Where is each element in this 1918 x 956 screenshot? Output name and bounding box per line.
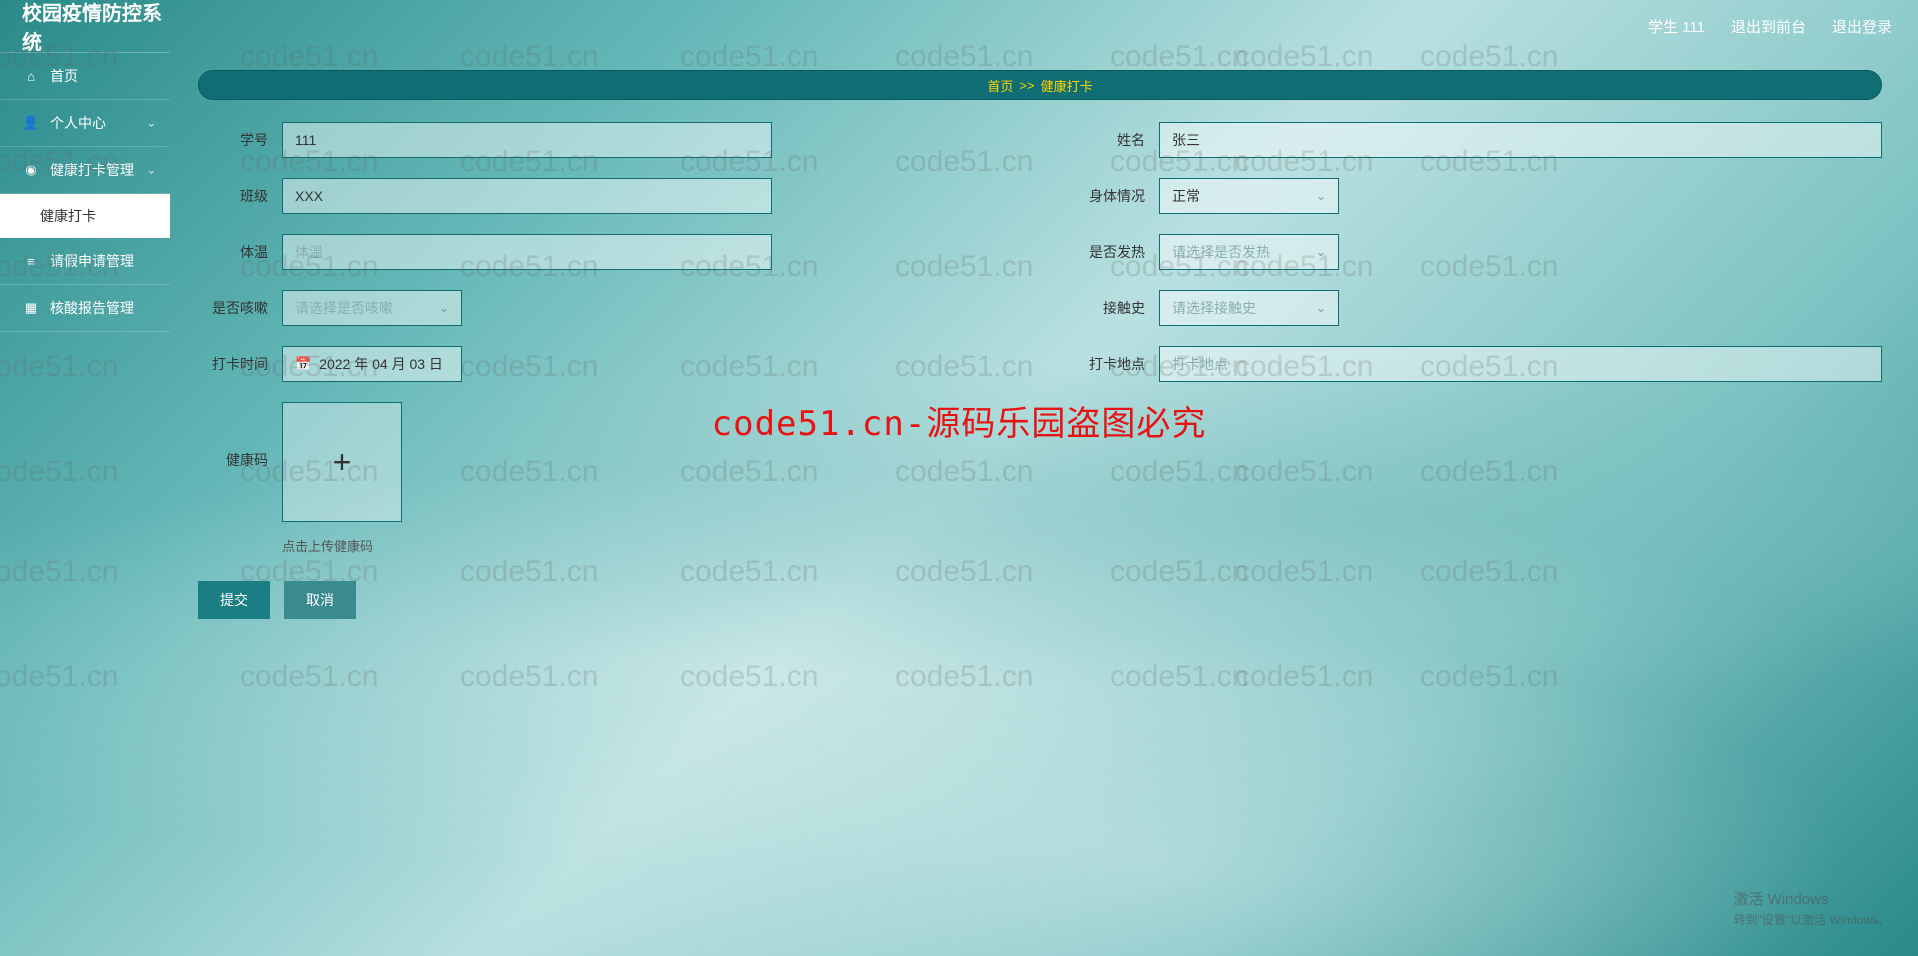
label-fever: 是否发热: [1075, 242, 1145, 262]
row-class: 班级: [198, 178, 1005, 214]
sidebar-subitem-health-clock[interactable]: 健康打卡: [0, 194, 170, 238]
chevron-down-icon: ⌄: [1316, 245, 1326, 259]
row-fever: 是否发热 请选择是否发热 ⌄: [1075, 234, 1882, 270]
dot-icon: ◉: [22, 162, 40, 178]
activate-line1: 激活 Windows: [1733, 891, 1828, 908]
row-name: 姓名: [1075, 122, 1882, 158]
sidebar-item-health[interactable]: ◉ 健康打卡管理 ⌄: [0, 147, 170, 194]
upload-hint: 点击上传健康码: [282, 536, 402, 555]
button-row: 提交 取消: [198, 581, 1882, 619]
row-body: 身体情况 正常 ⌄: [1075, 178, 1882, 214]
windows-activate-hint: 激活 Windows 转到"设置"以激活 Windows。: [1733, 888, 1890, 928]
row-cough: 是否咳嗽 请选择是否咳嗽 ⌄: [198, 290, 1005, 326]
label-cough: 是否咳嗽: [198, 298, 268, 318]
label-student-id: 学号: [198, 130, 268, 150]
label-class: 班级: [198, 186, 268, 206]
breadcrumb-sep: >>: [1019, 78, 1034, 93]
input-student-id[interactable]: [282, 122, 772, 158]
label-time: 打卡时间: [198, 354, 268, 374]
select-contact-ph: 请选择接触史: [1172, 298, 1256, 318]
label-qrcode: 健康码: [198, 402, 268, 470]
sidebar-item-personal[interactable]: 👤 个人中心 ⌄: [0, 100, 170, 147]
link-exit-front[interactable]: 退出到前台: [1731, 16, 1806, 37]
input-class[interactable]: [282, 178, 772, 214]
app-title: 校园疫情防控系统: [0, 0, 170, 55]
home-icon: ⌂: [22, 69, 40, 84]
link-logout[interactable]: 退出登录: [1832, 16, 1892, 37]
row-location: 打卡地点: [1075, 346, 1882, 382]
label-name: 姓名: [1075, 130, 1145, 150]
activate-line2: 转到"设置"以激活 Windows。: [1733, 911, 1890, 928]
chevron-down-icon: ⌄: [147, 117, 156, 130]
select-fever[interactable]: 请选择是否发热 ⌄: [1159, 234, 1339, 270]
topbar: 校园疫情防控系统 学生 111 退出到前台 退出登录: [0, 0, 1918, 52]
select-cough[interactable]: 请选择是否咳嗽 ⌄: [282, 290, 462, 326]
sidebar-item-label: 核酸报告管理: [50, 298, 134, 318]
form: 学号 姓名 班级 身体情况 正常 ⌄: [198, 122, 1882, 619]
plus-icon: +: [333, 444, 352, 481]
calendar-icon: 📅: [295, 356, 311, 372]
breadcrumb-page: 健康打卡: [1041, 76, 1093, 95]
sidebar-item-label: 个人中心: [50, 113, 106, 133]
datepicker-time[interactable]: 📅 2022 年 04 月 03 日: [282, 346, 462, 382]
row-contact: 接触史 请选择接触史 ⌄: [1075, 290, 1882, 326]
chevron-down-icon: ⌄: [439, 301, 449, 315]
input-location[interactable]: [1159, 346, 1882, 382]
label-temp: 体温: [198, 242, 268, 262]
input-name[interactable]: [1159, 122, 1882, 158]
sidebar-item-label: 健康打卡管理: [50, 160, 134, 180]
select-cough-ph: 请选择是否咳嗽: [295, 298, 393, 318]
input-temp[interactable]: [282, 234, 772, 270]
user-icon: 👤: [22, 115, 40, 131]
submit-button[interactable]: 提交: [198, 581, 270, 619]
breadcrumb-home[interactable]: 首页: [987, 76, 1013, 95]
sidebar-item-leave[interactable]: ≡ 请假申请管理: [0, 238, 170, 285]
select-contact[interactable]: 请选择接触史 ⌄: [1159, 290, 1339, 326]
chevron-down-icon: ⌄: [1316, 301, 1326, 315]
chevron-down-icon: ⌄: [147, 164, 156, 177]
label-location: 打卡地点: [1075, 354, 1145, 374]
sidebar-item-label: 首页: [50, 66, 78, 86]
upload-health-code[interactable]: +: [282, 402, 402, 522]
label-body: 身体情况: [1075, 186, 1145, 206]
select-fever-ph: 请选择是否发热: [1172, 242, 1270, 262]
row-time: 打卡时间 📅 2022 年 04 月 03 日: [198, 346, 1005, 382]
sidebar-item-label: 请假申请管理: [50, 251, 134, 271]
list-icon: ≡: [22, 254, 40, 269]
chevron-down-icon: ⌄: [1316, 189, 1326, 203]
row-student-id: 学号: [198, 122, 1005, 158]
cancel-button[interactable]: 取消: [284, 581, 356, 619]
row-qrcode: 健康码 + 点击上传健康码: [198, 402, 1882, 555]
label-contact: 接触史: [1075, 298, 1145, 318]
row-temp: 体温: [198, 234, 1005, 270]
sidebar-item-home[interactable]: ⌂ 首页: [0, 53, 170, 100]
sidebar: ⌂ 首页 👤 个人中心 ⌄ ◉ 健康打卡管理 ⌄ 健康打卡 ≡ 请假申请管理 ▦…: [0, 52, 170, 956]
date-value: 2022 年 04 月 03 日: [319, 354, 443, 374]
sidebar-item-nucleic[interactable]: ▦ 核酸报告管理: [0, 285, 170, 332]
select-body-value: 正常: [1172, 186, 1200, 206]
content: 首页 >> 健康打卡 学号 姓名 班级 身体情况: [170, 52, 1918, 956]
breadcrumb: 首页 >> 健康打卡: [198, 70, 1882, 100]
user-info[interactable]: 学生 111: [1648, 16, 1705, 37]
select-body[interactable]: 正常 ⌄: [1159, 178, 1339, 214]
grid-icon: ▦: [22, 300, 40, 316]
